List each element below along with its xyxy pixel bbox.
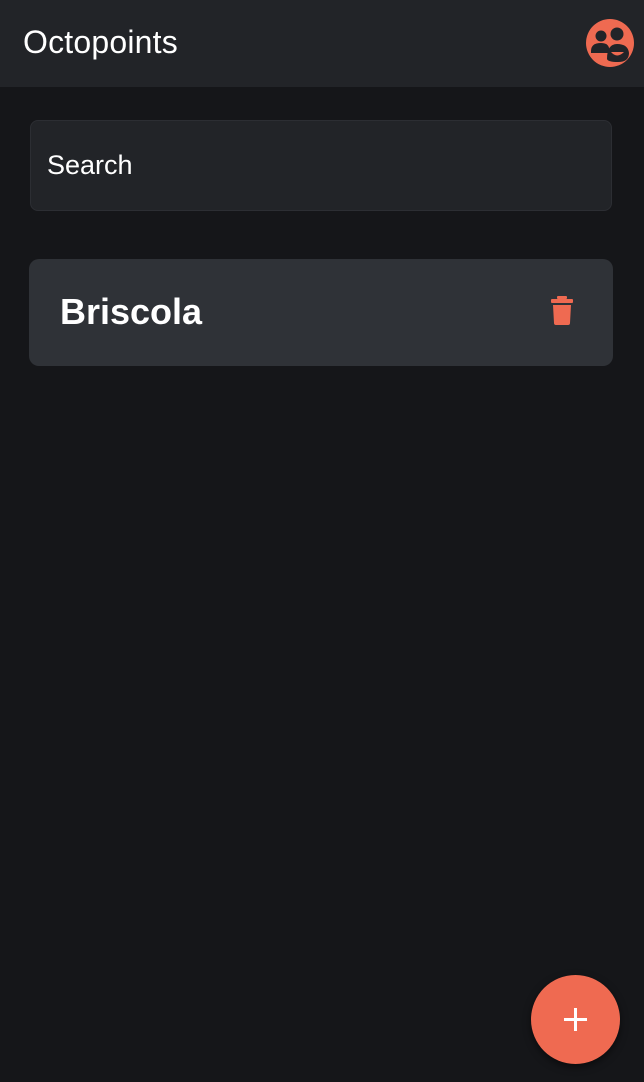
search-input[interactable] [47,121,587,210]
search-box [30,120,612,211]
delete-game-button[interactable] [543,291,581,329]
plus-icon [564,1008,587,1031]
add-game-button[interactable] [531,975,620,1064]
app-title: Octopoints [23,24,178,60]
groups-button[interactable] [586,19,634,67]
trash-icon [551,296,573,325]
game-name: Briscola [60,291,203,332]
game-card-briscola[interactable]: Briscola [29,259,613,366]
app-bar: Octopoints [0,0,644,87]
groups-icon [591,27,629,62]
